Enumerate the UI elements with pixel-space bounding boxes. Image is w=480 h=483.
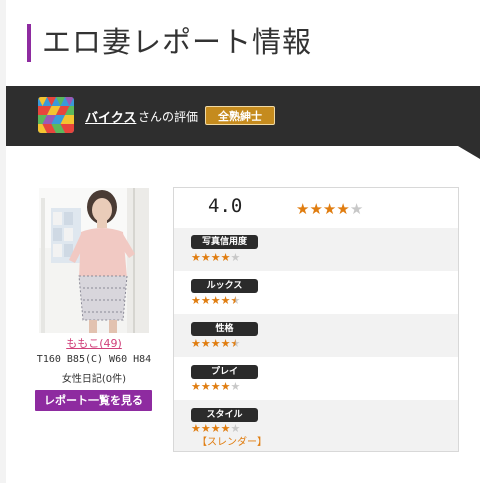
overall-star-rating: ★★★★★	[296, 201, 363, 217]
star-filled-icon: ★	[191, 337, 201, 350]
category-label-looks: ルックス	[191, 279, 258, 293]
reviewer-avatar[interactable]	[38, 97, 74, 133]
star-filled-icon: ★	[210, 380, 221, 393]
profile-name-link[interactable]: ももこ(49)	[39, 335, 149, 351]
category-label-style: スタイル	[191, 408, 258, 422]
star-filled-icon: ★	[220, 294, 231, 307]
star-filled-icon: ★	[200, 380, 211, 393]
star-filled-icon: ★	[191, 380, 201, 393]
star-filled-icon: ★	[210, 337, 221, 350]
reviewer-name-link[interactable]: バイクス	[85, 107, 136, 126]
star-filled-icon: ★	[210, 294, 221, 307]
profile-stats: T160 B85(C) W60 H84	[36, 354, 152, 365]
category-label-personality: 性格	[191, 322, 258, 336]
star-empty-icon: ★	[349, 200, 364, 218]
star-filled-icon: ★	[220, 380, 231, 393]
category-stars-photo-credibility: ★★★★★	[191, 252, 240, 264]
star-filled-icon: ★	[322, 200, 337, 218]
harlequin-avatar-icon	[38, 97, 74, 133]
star-filled-icon: ★	[220, 337, 231, 350]
star-filled-icon: ★	[191, 251, 201, 264]
star-filled-icon: ★	[309, 200, 323, 218]
star-empty-icon: ★	[230, 380, 241, 393]
category-stars-play: ★★★★★	[191, 381, 240, 393]
category-stars-looks: ★★★★★	[191, 295, 240, 307]
profile-photo-image	[39, 188, 149, 333]
style-note: 【スレンダー】	[197, 437, 267, 448]
star-filled-icon: ★	[336, 200, 350, 218]
report-list-button[interactable]: レポート一覧を見る	[35, 390, 152, 411]
star-filled-icon: ★	[210, 251, 221, 264]
rank-badge: 全熟紳士	[205, 106, 275, 125]
star-filled-icon: ★	[191, 294, 201, 307]
category-label-play: プレイ	[191, 365, 258, 379]
star-empty-icon: ★	[230, 251, 241, 264]
star-filled-icon: ★	[220, 251, 231, 264]
star-half-icon: ★	[230, 294, 241, 307]
page: エロ妻レポート情報 バイクス さんの評価 全熟紳士 ももこ(49) T160 B…	[0, 0, 480, 483]
profile-photo[interactable]	[39, 188, 149, 333]
category-stars-personality: ★★★★★	[191, 338, 240, 350]
category-label-photo-credibility: 写真信用度	[191, 235, 258, 249]
reviewer-suffix-label: さんの評価	[138, 110, 199, 124]
star-filled-icon: ★	[296, 200, 310, 218]
star-half-icon: ★	[230, 337, 241, 350]
page-title: エロ妻レポート情報	[42, 25, 313, 59]
diary-count-link[interactable]: 女性日記(0件)	[30, 370, 158, 385]
overall-score: 4.0	[208, 195, 243, 217]
star-filled-icon: ★	[200, 251, 211, 264]
title-accent-bar	[27, 24, 31, 62]
star-filled-icon: ★	[200, 294, 211, 307]
star-filled-icon: ★	[200, 337, 211, 350]
reviewer-band-notch	[458, 146, 480, 159]
